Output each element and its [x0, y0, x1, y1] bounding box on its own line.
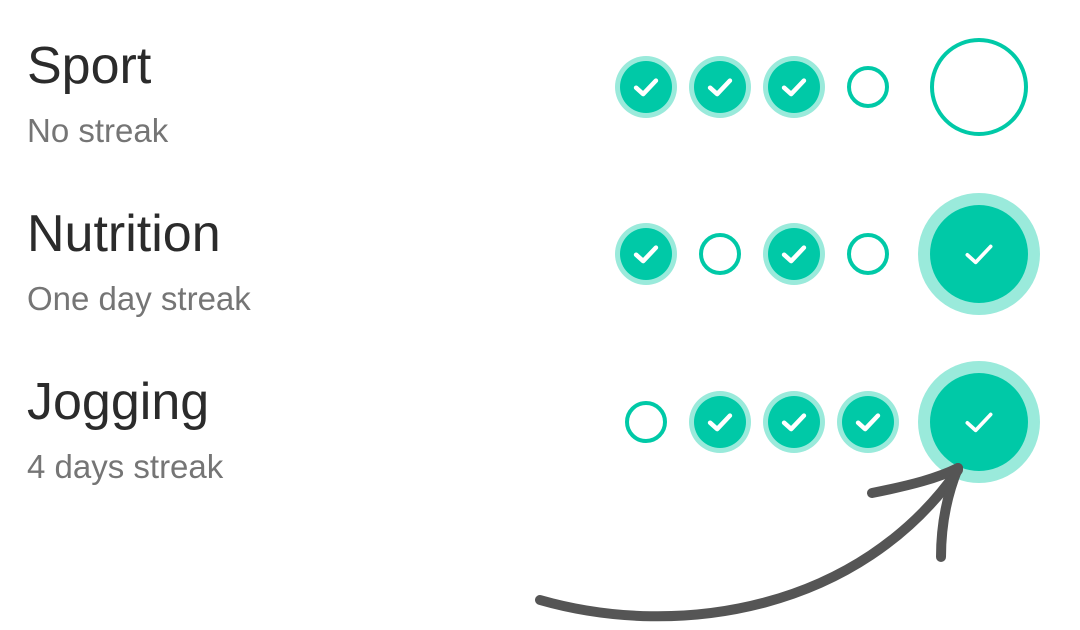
curved-arrow-icon [535, 463, 963, 622]
